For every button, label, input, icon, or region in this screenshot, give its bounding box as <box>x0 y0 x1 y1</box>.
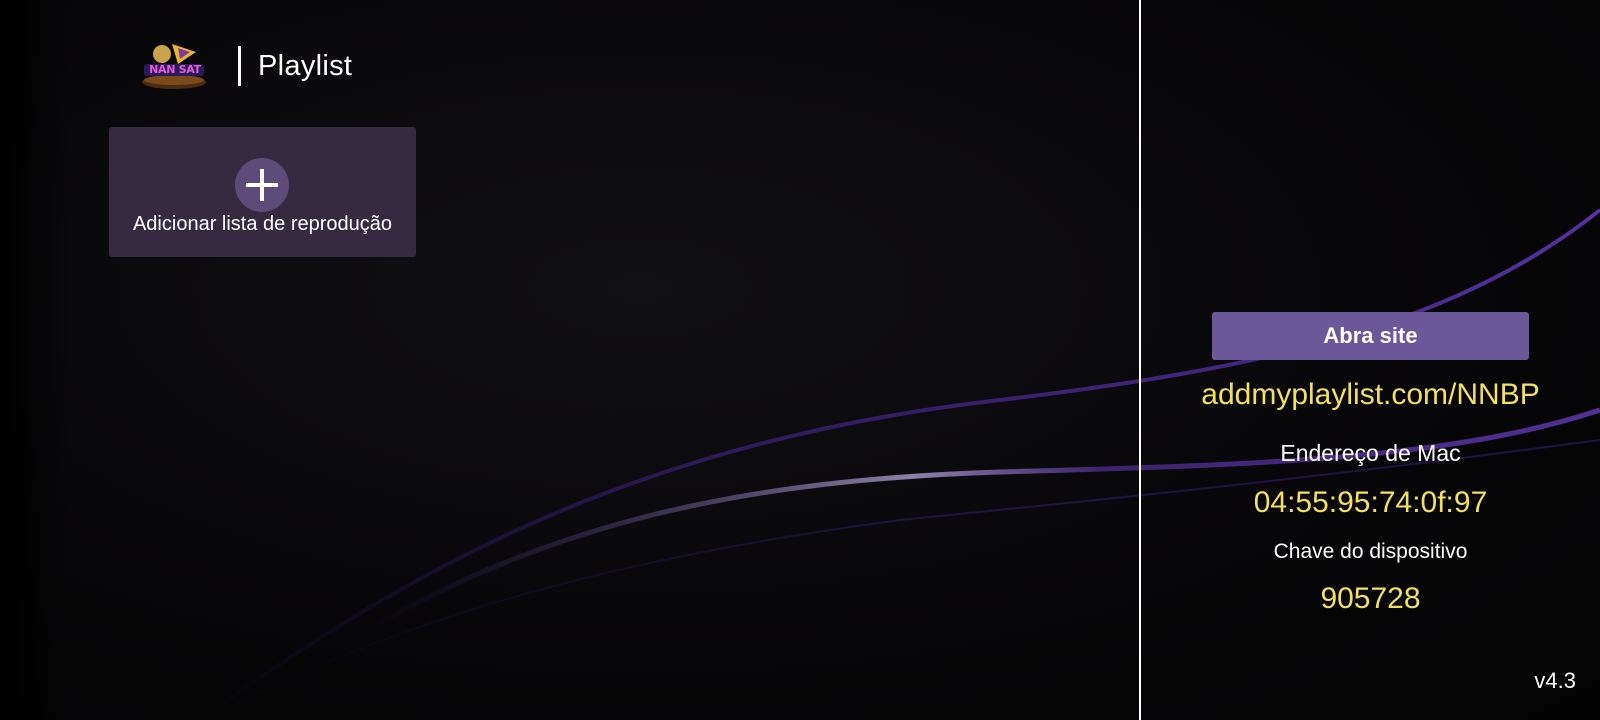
header-divider <box>238 46 241 86</box>
device-info-panel: Abra site addmyplaylist.com/NNBP Endereç… <box>1141 0 1600 720</box>
plus-icon <box>235 158 289 212</box>
device-key-value: 905728 <box>1320 582 1421 615</box>
site-url: addmyplaylist.com/NNBP <box>1201 378 1540 411</box>
add-playlist-label: Adicionar lista de reprodução <box>132 213 393 235</box>
nansat-logo: NAN SAT <box>138 38 210 94</box>
logo-text: NAN SAT <box>149 63 201 76</box>
add-playlist-button[interactable]: Adicionar lista de reprodução <box>109 127 416 257</box>
header: NAN SAT Playlist <box>138 38 352 94</box>
open-site-button[interactable]: Abra site <box>1212 312 1529 360</box>
mac-address-value: 04:55:95:74:0f:97 <box>1253 486 1488 519</box>
version-label: v4.3 <box>1534 668 1576 693</box>
mac-address-label: Endereço de Mac <box>1280 440 1461 466</box>
device-key-label: Chave do dispositivo <box>1273 540 1468 563</box>
page-title: Playlist <box>258 49 353 82</box>
left-shade <box>0 0 70 720</box>
